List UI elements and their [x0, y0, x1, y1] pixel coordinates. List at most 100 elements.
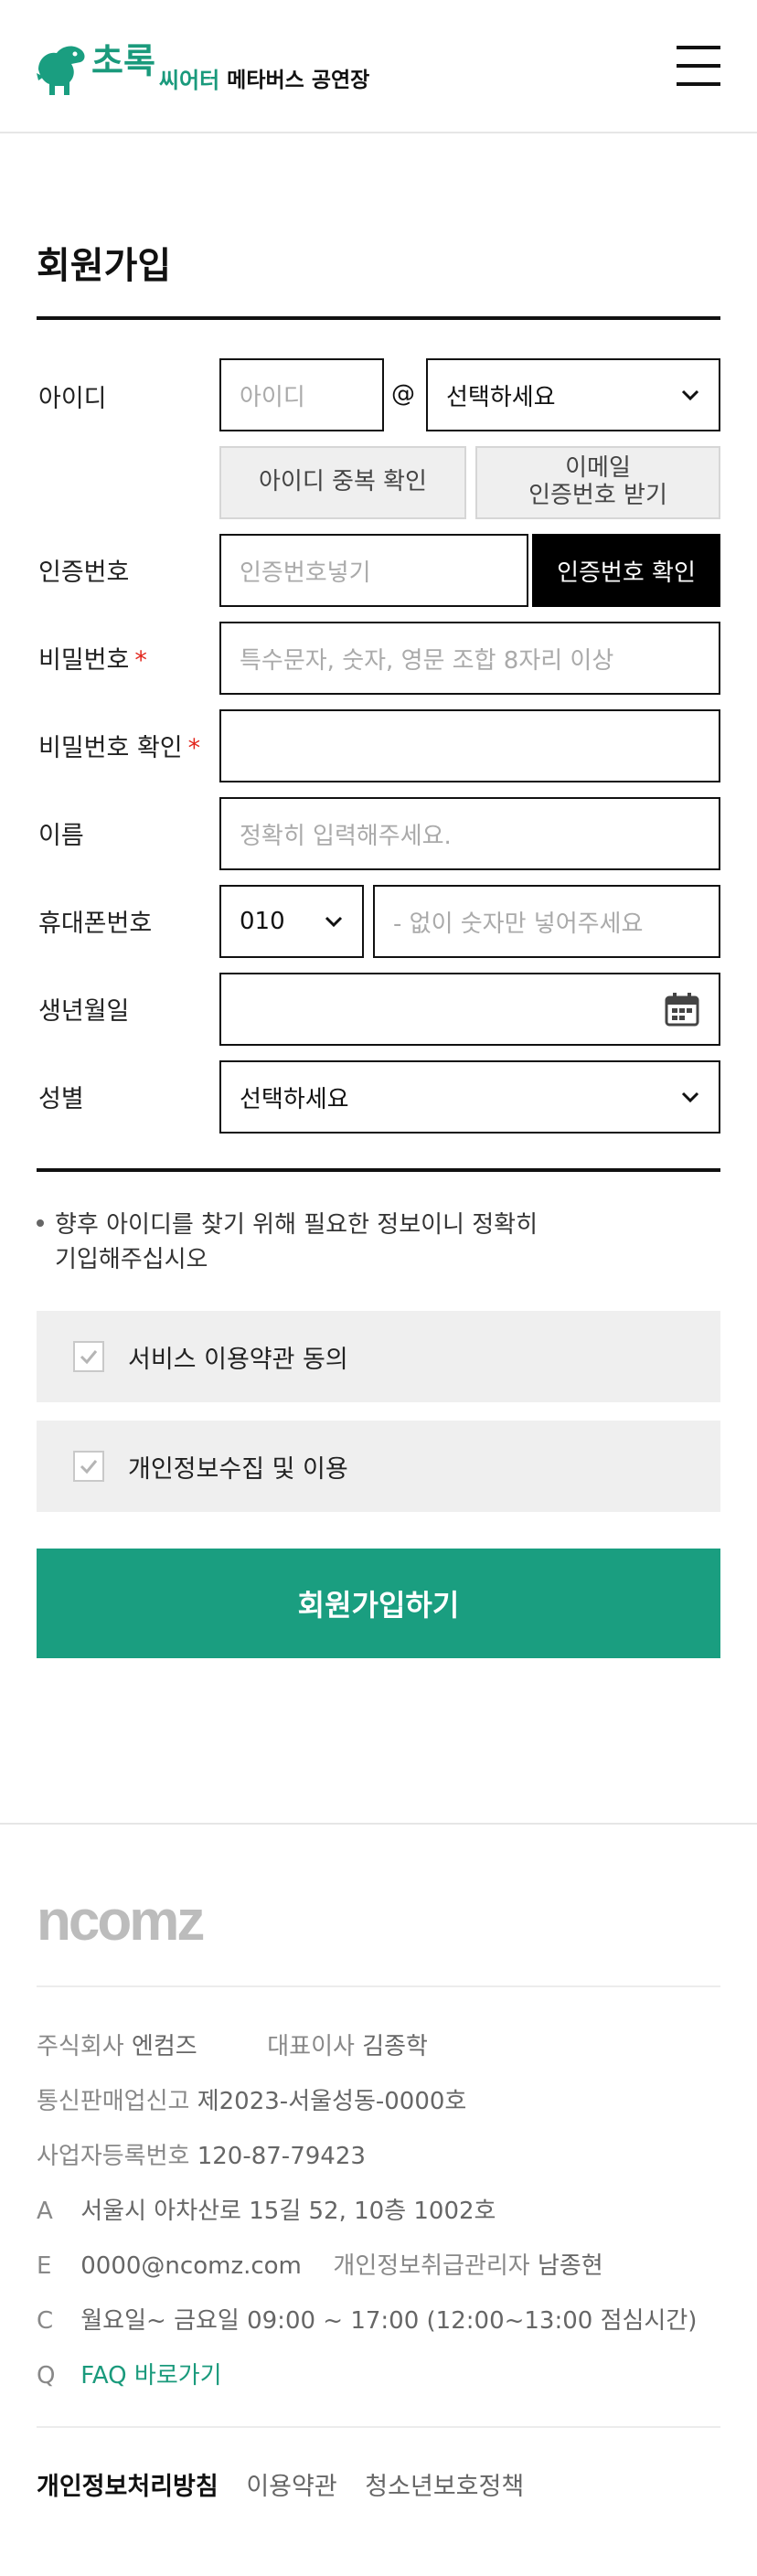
agree-privacy-collection[interactable]: 개인정보수집 및 이용 [37, 1421, 720, 1512]
id-duplicate-check-label: 아이디 중복 확인 [259, 468, 427, 496]
footer-faq: Q FAQ 바로가기 [37, 2357, 222, 2390]
gender-select-value: 선택하세요 [240, 1085, 349, 1113]
title-divider [37, 316, 720, 320]
email-key: E [37, 2252, 52, 2280]
checkbox-service-terms[interactable] [73, 1341, 104, 1372]
at-sign: @ [391, 380, 415, 408]
email-code-label-line2: 인증번호 받기 [528, 482, 667, 509]
required-mark: * [187, 734, 201, 762]
chevron-down-icon [681, 389, 699, 401]
footer-company-info: 주식회사 엔컴즈 대표이사 김종학 [37, 2028, 428, 2061]
phone-prefix-value: 010 [240, 908, 285, 935]
phone-number-placeholder: - 없이 숫자만 넣어주세요 [393, 910, 644, 938]
auth-code-input[interactable]: 인증번호넣기 [219, 534, 528, 607]
chevron-down-icon [681, 1091, 699, 1103]
birthdate-input[interactable] [219, 973, 720, 1046]
auth-code-label: 인증번호 [38, 559, 130, 587]
password-confirm-input[interactable] [219, 709, 720, 782]
ncomz-logo-icon: ncomz [37, 1889, 206, 1953]
notice-line1: 향후 아이디를 찾기 위해 필요한 정보이니 정확히 [55, 1211, 538, 1239]
gender-label: 성별 [38, 1085, 84, 1113]
site-logo[interactable]: 초록 씨어터 메타버스 공연장 [35, 33, 369, 101]
password-placeholder: 특수문자, 숫자, 영문 조합 8자리 이상 [240, 646, 614, 675]
biz-reg-label: 사업자등록번호 [37, 2143, 190, 2170]
footer-links: 개인정보처리방침 이용약관 청소년보호정책 [37, 2466, 544, 2502]
name-label: 이름 [38, 822, 84, 850]
mail-order-label: 통신판매업신고 [37, 2088, 190, 2115]
signup-submit-button[interactable]: 회원가입하기 [37, 1549, 720, 1658]
company-name: 엔컴즈 [131, 2033, 197, 2060]
privacy-policy-link[interactable]: 개인정보처리방침 [37, 2473, 219, 2501]
address-value: 서울시 아차산로 15길 52, 10층 1002호 [80, 2198, 496, 2225]
notice-line2: 기입해주십시오 [55, 1245, 208, 1273]
terms-link[interactable]: 이용약관 [246, 2473, 336, 2501]
logo-metaverse-text: 메타버스 공연장 [227, 69, 370, 92]
footer-address: A 서울시 아차산로 15길 52, 10층 1002호 [37, 2192, 496, 2226]
address-key: A [37, 2198, 53, 2225]
id-label: 아이디 [38, 385, 107, 413]
footer-logo-divider [37, 1985, 720, 1987]
privacy-officer-label: 개인정보취급관리자 [333, 2252, 530, 2280]
site-header: 초록 씨어터 메타버스 공연장 [0, 0, 757, 133]
check-icon [80, 1350, 98, 1365]
password-confirm-label-text: 비밀번호 확인 [38, 734, 183, 762]
hours-key: C [37, 2307, 54, 2335]
footer-divider [0, 1823, 757, 1825]
phone-number-input[interactable]: - 없이 숫자만 넣어주세요 [373, 885, 720, 958]
ncomz-logo: ncomz [37, 1889, 258, 1953]
signup-submit-label: 회원가입하기 [297, 1588, 460, 1623]
privacy-officer-name: 남종현 [537, 2252, 603, 2280]
faq-key: Q [37, 2362, 56, 2390]
gender-select[interactable]: 선택하세요 [219, 1060, 720, 1134]
footer-mail-order: 통신판매업신고 제2023-서울성동-0000호 [37, 2082, 466, 2116]
password-label-text: 비밀번호 [38, 646, 130, 675]
footer-biz-reg: 사업자등록번호 120-87-79423 [37, 2137, 366, 2171]
auth-code-placeholder: 인증번호넣기 [240, 559, 371, 587]
hours-value: 월요일~ 금요일 09:00 ~ 17:00 (12:00~13:00 점심시간… [80, 2307, 698, 2335]
email-code-request-button[interactable]: 이메일 인증번호 받기 [475, 446, 720, 519]
logo-main-text: 초록 [91, 41, 155, 81]
required-mark: * [134, 646, 147, 675]
name-placeholder: 정확히 입력해주세요. [240, 822, 452, 850]
password-input[interactable]: 특수문자, 숫자, 영문 조합 8자리 이상 [219, 622, 720, 695]
svg-text:ncomz: ncomz [37, 1898, 203, 1945]
page-title: 회원가입 [37, 245, 172, 287]
agree-privacy-collection-label: 개인정보수집 및 이용 [128, 1454, 348, 1484]
birthdate-label: 생년월일 [38, 997, 130, 1026]
footer-links-divider [37, 2426, 720, 2428]
auth-code-confirm-button[interactable]: 인증번호 확인 [532, 534, 720, 607]
faq-link[interactable]: FAQ 바로가기 [80, 2362, 221, 2390]
menu-icon[interactable] [677, 46, 720, 86]
logo-theater-text: 씨어터 [158, 68, 220, 93]
id-input[interactable]: 아이디 [219, 358, 384, 431]
email-domain-select[interactable]: 선택하세요 [426, 358, 720, 431]
agree-service-terms-label: 서비스 이용약관 동의 [128, 1345, 348, 1374]
dinosaur-logo-icon [37, 46, 85, 95]
id-duplicate-check-button[interactable]: 아이디 중복 확인 [219, 446, 466, 519]
auth-code-confirm-label: 인증번호 확인 [557, 559, 696, 587]
ceo-label: 대표이사 [267, 2033, 355, 2060]
youth-protection-link[interactable]: 청소년보호정책 [365, 2473, 524, 2501]
id-notice: 향후 아이디를 찾기 위해 필요한 정보이니 정확히 기입해주십시오 [37, 1208, 538, 1277]
footer-hours: C 월요일~ 금요일 09:00 ~ 17:00 (12:00~13:00 점심… [37, 2302, 697, 2336]
biz-reg-value: 120-87-79423 [197, 2143, 366, 2170]
phone-prefix-select[interactable]: 010 [219, 885, 364, 958]
calendar-icon[interactable] [664, 991, 700, 1027]
agree-service-terms[interactable]: 서비스 이용약관 동의 [37, 1311, 720, 1402]
mail-order-value: 제2023-서울성동-0000호 [197, 2088, 467, 2115]
id-input-placeholder: 아이디 [240, 383, 305, 411]
bullet-icon [37, 1219, 44, 1227]
email-domain-value: 선택하세요 [446, 383, 556, 411]
form-divider [37, 1168, 720, 1172]
name-input[interactable]: 정확히 입력해주세요. [219, 797, 720, 870]
password-label: 비밀번호 * [38, 640, 147, 676]
email-value: 0000@ncomz.com [80, 2252, 302, 2280]
email-code-label-line1: 이메일 [565, 454, 631, 483]
chevron-down-icon [325, 916, 343, 928]
company-label: 주식회사 [37, 2033, 124, 2060]
footer-email: E 0000@ncomz.com 개인정보취급관리자 남종현 [37, 2247, 603, 2281]
check-icon [80, 1460, 98, 1474]
password-confirm-label: 비밀번호 확인 * [38, 728, 200, 763]
checkbox-privacy-collection[interactable] [73, 1451, 104, 1482]
phone-label: 휴대폰번호 [38, 910, 153, 938]
